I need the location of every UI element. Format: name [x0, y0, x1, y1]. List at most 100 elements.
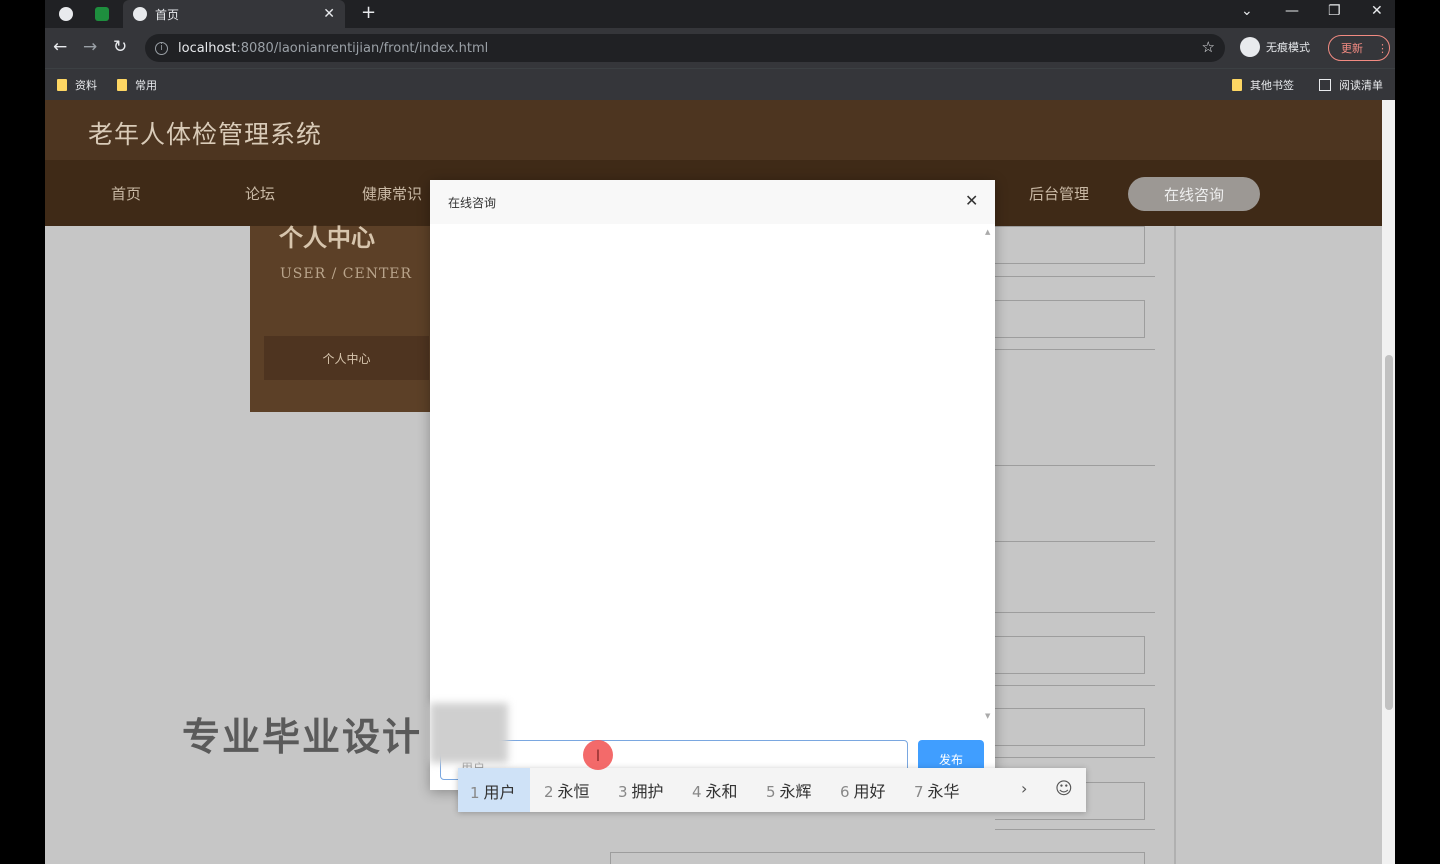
banner-text: 专业毕业设计: [182, 715, 423, 759]
form-field[interactable]: [995, 636, 1145, 674]
bookmark-label: 阅读清单: [1339, 79, 1383, 92]
candidate-text: 永恒: [557, 782, 590, 801]
page-scrollbar[interactable]: [1382, 100, 1395, 864]
divider: [995, 541, 1155, 542]
forward-icon[interactable]: →: [83, 37, 97, 57]
dialog-header: 在线咨询 ✕: [430, 180, 995, 224]
candidate-text: 用好: [853, 782, 886, 801]
globe-icon: [133, 7, 147, 21]
candidate-text: 永和: [705, 782, 738, 801]
candidate-text: 永华: [927, 782, 960, 801]
bookmark-folder-changyong[interactable]: 常用: [117, 77, 157, 93]
tab-title: 首页: [155, 7, 180, 22]
update-button[interactable]: 更新 ⋮: [1328, 35, 1390, 61]
menu-dots-icon: ⋮: [1377, 41, 1388, 55]
minimize-icon[interactable]: —: [1285, 3, 1299, 19]
screen: 首页 ✕ + ⌄ — ❐ ✕ ← → ↻ i localhost :8080/l…: [0, 0, 1440, 864]
chevron-right-icon[interactable]: ›: [1021, 779, 1027, 798]
ime-candidate[interactable]: 1 用户: [458, 768, 530, 812]
browser-chrome: 首页 ✕ + ⌄ — ❐ ✕ ← → ↻ i localhost :8080/l…: [45, 0, 1395, 100]
bookmark-star-icon[interactable]: ☆: [1202, 38, 1215, 56]
sheets-icon: [95, 7, 109, 21]
ime-composition-blur: [430, 703, 508, 763]
candidate-text: 永辉: [779, 782, 812, 801]
panel-border: [1174, 226, 1176, 864]
browser-toolbar: ← → ↻ i localhost :8080/laonianrentijian…: [45, 28, 1395, 68]
message-list[interactable]: [430, 224, 995, 724]
candidate-text: 拥护: [631, 782, 664, 801]
ime-candidate[interactable]: 7 永华: [914, 778, 960, 802]
tab-strip: 首页 ✕ + ⌄ — ❐ ✕: [45, 0, 1395, 28]
address-bar[interactable]: i localhost :8080/laonianrentijian/front…: [145, 34, 1225, 62]
candidate-number: 2: [544, 783, 554, 801]
ime-candidate[interactable]: 5 永辉: [766, 778, 812, 802]
close-icon[interactable]: ✕: [965, 191, 978, 210]
online-consult-dialog: 在线咨询 ✕ ▲ ▼ 用户 发布: [430, 180, 995, 790]
tab-pinned[interactable]: [95, 0, 117, 28]
nav-home[interactable]: 首页: [111, 183, 141, 204]
ime-candidate[interactable]: 6 用好: [840, 778, 886, 802]
dialog-title: 在线咨询: [448, 196, 497, 210]
divider: [995, 829, 1155, 830]
restore-icon[interactable]: ❐: [1328, 3, 1341, 19]
bookmark-label: 常用: [135, 79, 157, 92]
divider: [995, 465, 1155, 466]
tab-close-icon[interactable]: ✕: [323, 6, 335, 22]
scroll-up-icon[interactable]: ▲: [985, 228, 990, 236]
url-path: :8080/laonianrentijian/front/index.html: [236, 40, 489, 56]
form-field[interactable]: [995, 300, 1145, 338]
scroll-down-icon[interactable]: ▼: [985, 712, 990, 720]
divider: [995, 349, 1155, 350]
candidate-number: 5: [766, 783, 776, 801]
nav-admin[interactable]: 后台管理: [1029, 183, 1089, 204]
candidate-number: 3: [618, 783, 628, 801]
ime-candidate-bar: 1 用户 2 永恒 3 拥护 4 永和 5 永辉 6 用好 7 永华 › ☺: [458, 768, 1086, 812]
back-icon[interactable]: ←: [53, 37, 67, 57]
tab-home[interactable]: 首页 ✕: [123, 0, 345, 28]
form-field[interactable]: [995, 708, 1145, 746]
new-tab-icon[interactable]: +: [361, 2, 376, 23]
form-field[interactable]: [995, 226, 1145, 264]
info-icon[interactable]: i: [155, 41, 168, 55]
folder-icon: [57, 79, 67, 91]
divider: [995, 276, 1155, 277]
candidate-number: 4: [692, 783, 702, 801]
mouse-cursor-icon: I: [583, 740, 613, 770]
divider: [995, 685, 1155, 686]
folder-icon: [117, 79, 127, 91]
close-window-icon[interactable]: ✕: [1371, 3, 1383, 19]
reload-icon[interactable]: ↻: [113, 37, 127, 57]
url-host: localhost: [178, 40, 237, 56]
divider: [995, 612, 1155, 613]
tab-incognito-icon[interactable]: [59, 0, 81, 28]
reading-list-icon: [1319, 79, 1331, 91]
ime-candidate[interactable]: 2 永恒: [544, 778, 590, 802]
nav-health-tips[interactable]: 健康常识: [362, 183, 422, 204]
nav-forum[interactable]: 论坛: [245, 183, 275, 204]
candidate-number: 6: [840, 783, 850, 801]
user-center-title: 个人中心: [279, 224, 375, 252]
user-center-button[interactable]: 个人中心: [264, 336, 429, 380]
reading-list[interactable]: 阅读清单: [1319, 77, 1383, 93]
ime-candidate[interactable]: 4 永和: [692, 778, 738, 802]
user-center-subtitle: USER / CENTER: [280, 266, 413, 282]
ime-candidate[interactable]: 3 拥护: [618, 778, 664, 802]
divider: [995, 757, 1155, 758]
emoji-icon[interactable]: ☺: [1055, 779, 1073, 799]
user-center-card: 个人中心 USER / CENTER 个人中心: [250, 224, 435, 412]
bookmark-label: 其他书签: [1250, 79, 1294, 92]
candidate-number: 7: [914, 783, 924, 801]
scrollbar-thumb[interactable]: [1385, 355, 1393, 710]
candidate-text: 用户: [483, 783, 516, 802]
bookmark-other[interactable]: 其他书签: [1232, 77, 1294, 93]
site-title: 老年人体检管理系统: [88, 120, 323, 149]
nav-online-consult[interactable]: 在线咨询: [1128, 177, 1260, 211]
tab-search-icon[interactable]: ⌄: [1241, 3, 1253, 19]
bookmark-label: 资料: [75, 79, 97, 92]
bookmark-folder-ziliao[interactable]: 资料: [57, 77, 97, 93]
incognito-indicator[interactable]: 无痕模式: [1240, 37, 1310, 57]
incognito-icon: [1240, 37, 1260, 57]
candidate-number: 1: [470, 784, 480, 802]
form-field-wide[interactable]: [610, 852, 1145, 864]
folder-icon: [1232, 79, 1242, 91]
